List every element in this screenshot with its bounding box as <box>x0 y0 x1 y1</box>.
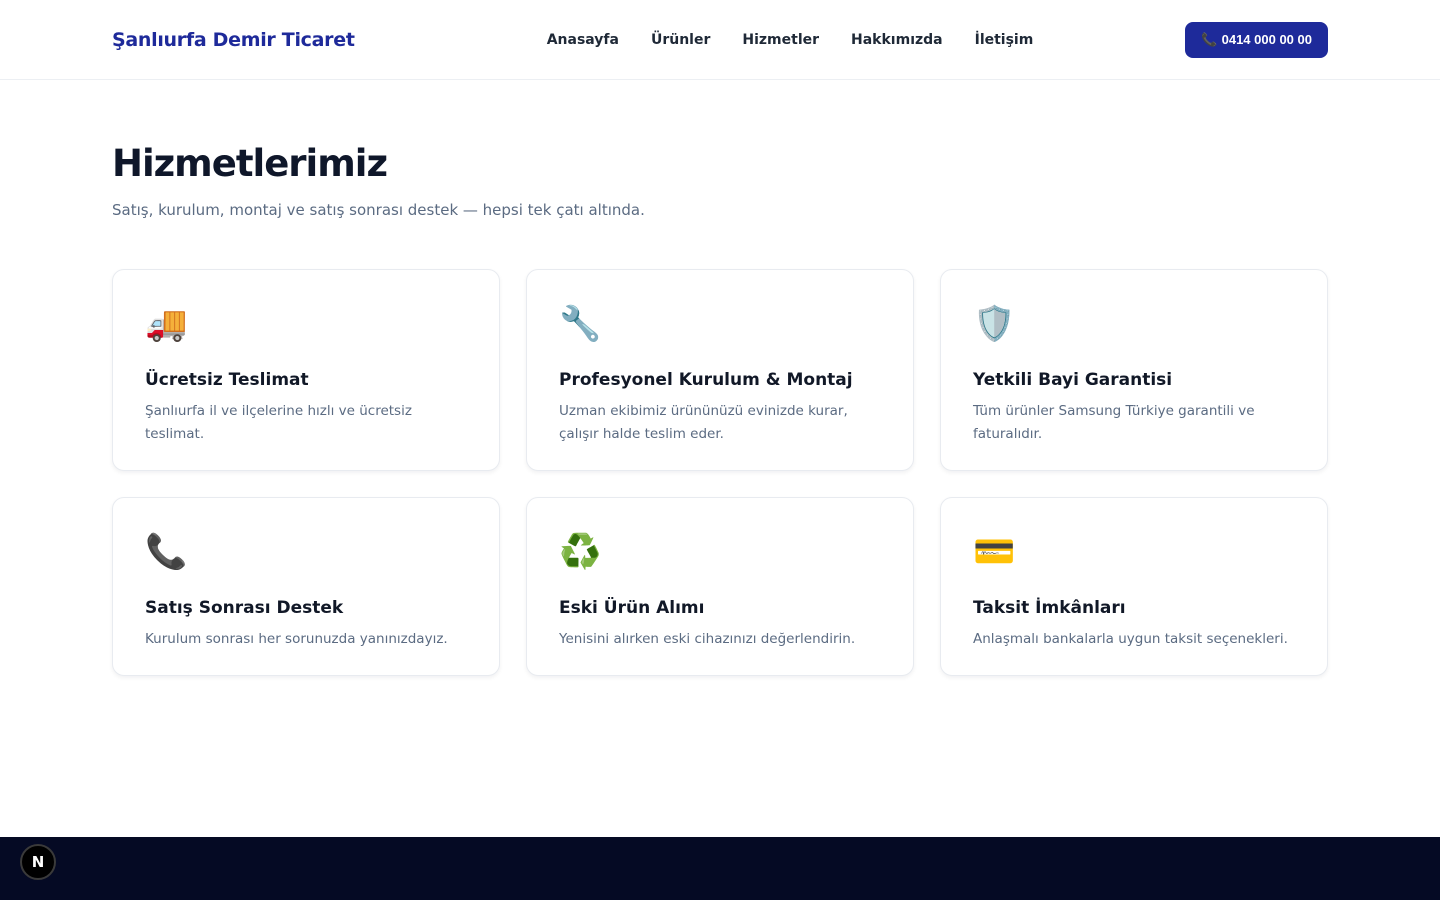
brand-logo[interactable]: Şanlıurfa Demir Ticaret <box>112 29 355 51</box>
service-description: Kurulum sonrası her sorunuzda yanınızday… <box>145 630 448 647</box>
service-description: Uzman ekibimiz ürününüzü evinizde kurar,… <box>559 402 848 442</box>
service-description: Anlaşmalı bankalarla uygun taksit seçene… <box>973 630 1288 647</box>
services-section: Hizmetlerimiz Satış, kurulum, montaj ve … <box>0 80 1440 676</box>
telephone-icon: 📞 <box>145 531 188 572</box>
services-grid: 🚚 Ücretsiz Teslimat Şanlıurfa il ve ilçe… <box>112 268 1328 676</box>
service-title: Ücretsiz Teslimat <box>145 369 309 390</box>
phone-icon: 📞 <box>1201 31 1218 47</box>
service-title: Taksit İmkânları <box>973 597 1126 618</box>
call-button-label: 0414 000 00 00 <box>1221 32 1312 47</box>
delivery-truck-icon: 🚚 <box>145 303 188 344</box>
main-nav: Anasayfa Ürünler Hizmetler Hakkımızda İl… <box>547 32 1034 48</box>
service-card-delivery: 🚚 Ücretsiz Teslimat Şanlıurfa il ve ilçe… <box>112 268 500 471</box>
service-description: Şanlıurfa il ve ilçelerine hızlı ve ücre… <box>145 402 412 442</box>
service-card-support: 📞 Satış Sonrası Destek Kurulum sonrası h… <box>112 496 500 676</box>
page-subtitle: Satış, kurulum, montaj ve satış sonrası … <box>112 200 645 219</box>
service-card-trade-in: ♻️ Eski Ürün Alımı Yenisini alırken eski… <box>526 496 914 676</box>
nav-urunler[interactable]: Ürünler <box>651 32 710 48</box>
nav-iletisim[interactable]: İletişim <box>975 32 1034 48</box>
nav-anasayfa[interactable]: Anasayfa <box>547 32 619 48</box>
call-button[interactable]: 📞 0414 000 00 00 <box>1185 21 1328 58</box>
dev-tools-badge[interactable]: N <box>20 844 56 880</box>
service-title: Eski Ürün Alımı <box>559 597 705 618</box>
site-header: Şanlıurfa Demir Ticaret Anasayfa Ürünler… <box>0 0 1440 80</box>
service-card-warranty: 🛡️ Yetkili Bayi Garantisi Tüm ürünler Sa… <box>940 268 1328 471</box>
service-title: Profesyonel Kurulum & Montaj <box>559 369 853 390</box>
shield-icon: 🛡️ <box>973 303 1016 344</box>
nav-hizmetler[interactable]: Hizmetler <box>742 32 819 48</box>
service-card-installation: 🔧 Profesyonel Kurulum & Montaj Uzman eki… <box>526 268 914 471</box>
wrench-icon: 🔧 <box>559 303 602 344</box>
service-description: Yenisini alırken eski cihazınızı değerle… <box>559 630 856 647</box>
page-title: Hizmetlerimiz <box>112 142 388 185</box>
site-footer <box>0 837 1440 900</box>
nav-hakkimizda[interactable]: Hakkımızda <box>851 32 943 48</box>
recycle-icon: ♻️ <box>559 531 602 572</box>
service-title: Yetkili Bayi Garantisi <box>973 369 1173 390</box>
service-card-installments: 💳 Taksit İmkânları Anlaşmalı bankalarla … <box>940 496 1328 676</box>
service-title: Satış Sonrası Destek <box>145 597 344 618</box>
service-description: Tüm ürünler Samsung Türkiye garantili ve… <box>973 402 1255 442</box>
credit-card-icon: 💳 <box>973 531 1016 572</box>
